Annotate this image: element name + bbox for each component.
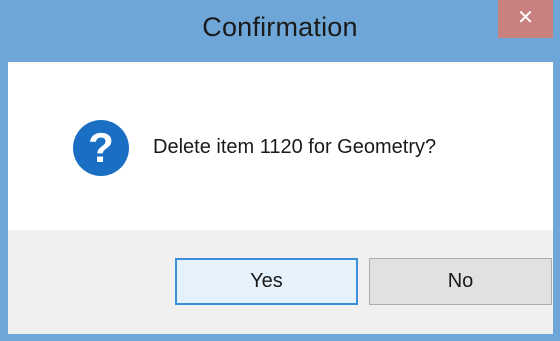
close-button[interactable]: ✕: [498, 0, 553, 38]
question-icon: ?: [73, 120, 129, 176]
dialog-body: ? Delete item 1120 for Geometry? Yes No: [8, 62, 553, 334]
dialog-title: Confirmation: [202, 12, 358, 42]
title-bar[interactable]: Confirmation ✕: [0, 0, 560, 62]
no-button[interactable]: No: [369, 258, 552, 305]
yes-button[interactable]: Yes: [175, 258, 358, 305]
confirmation-dialog: Confirmation ✕ ? Delete item 1120 for Ge…: [0, 0, 560, 341]
dialog-message: Delete item 1120 for Geometry?: [153, 136, 437, 158]
question-icon-glyph: ?: [88, 124, 114, 171]
message-area: ? Delete item 1120 for Geometry?: [8, 62, 553, 230]
button-bar: Yes No: [8, 230, 553, 334]
close-icon: ✕: [517, 7, 534, 29]
